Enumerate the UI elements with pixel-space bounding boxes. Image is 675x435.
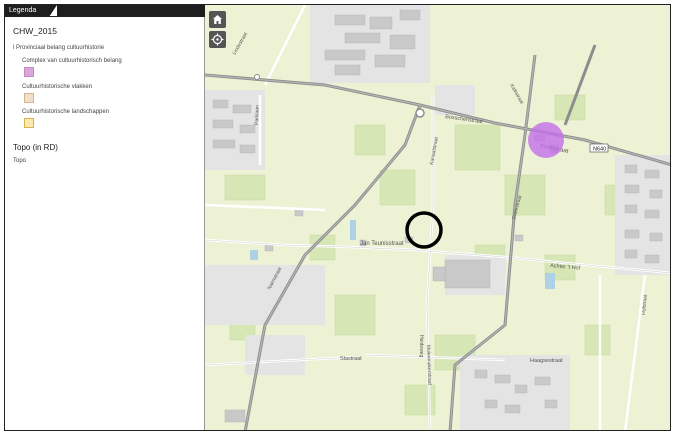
legend-swatch-landschappen bbox=[24, 118, 34, 128]
map-canvas[interactable]: Boxschenstraat Kruisstraat Jan Teunisstr… bbox=[205, 5, 671, 431]
map-label: Parklaan bbox=[254, 105, 261, 125]
locate-button[interactable] bbox=[209, 31, 226, 48]
home-button[interactable] bbox=[209, 11, 226, 28]
legend-swatch-vlakken bbox=[24, 93, 34, 103]
home-icon bbox=[213, 15, 222, 24]
app-frame: Legenda CHW_2015 l Provinciaal belang cu… bbox=[4, 4, 671, 431]
bottom-strip bbox=[0, 431, 675, 435]
map-view[interactable]: Boxschenstraat Kruisstraat Jan Teunisstr… bbox=[205, 5, 671, 431]
topo-layer-title: Topo (in RD) bbox=[13, 143, 58, 152]
legend-item-label: Cultuurhistorische landschappen bbox=[22, 109, 110, 115]
map-label: Heideweg bbox=[418, 335, 424, 357]
map-label: Slastraat bbox=[340, 356, 362, 362]
locate-icon bbox=[211, 33, 224, 46]
topo-layer-item: Topo bbox=[13, 158, 27, 164]
legend-item-label: Cultuurhistorische vlakken bbox=[22, 84, 93, 90]
legend-panel: Legenda CHW_2015 l Provinciaal belang cu… bbox=[5, 5, 205, 430]
heritage-complex-highlight[interactable] bbox=[528, 122, 564, 158]
map-label: Jan Teunisstraat bbox=[360, 241, 404, 247]
legend-swatch-complex bbox=[24, 67, 34, 77]
layer-title: CHW_2015 bbox=[13, 26, 57, 36]
legend-item-label: Complex van cultuurhistorisch belang bbox=[22, 58, 122, 64]
road-code-label: N640 bbox=[593, 147, 606, 153]
map-label: Haagsestraat bbox=[530, 358, 563, 364]
legend-tab-divider bbox=[5, 16, 205, 17]
legend-group-label: l Provinciaal belang cultuurhistorie bbox=[13, 45, 105, 51]
legend-tabbar: Legenda bbox=[5, 5, 205, 17]
